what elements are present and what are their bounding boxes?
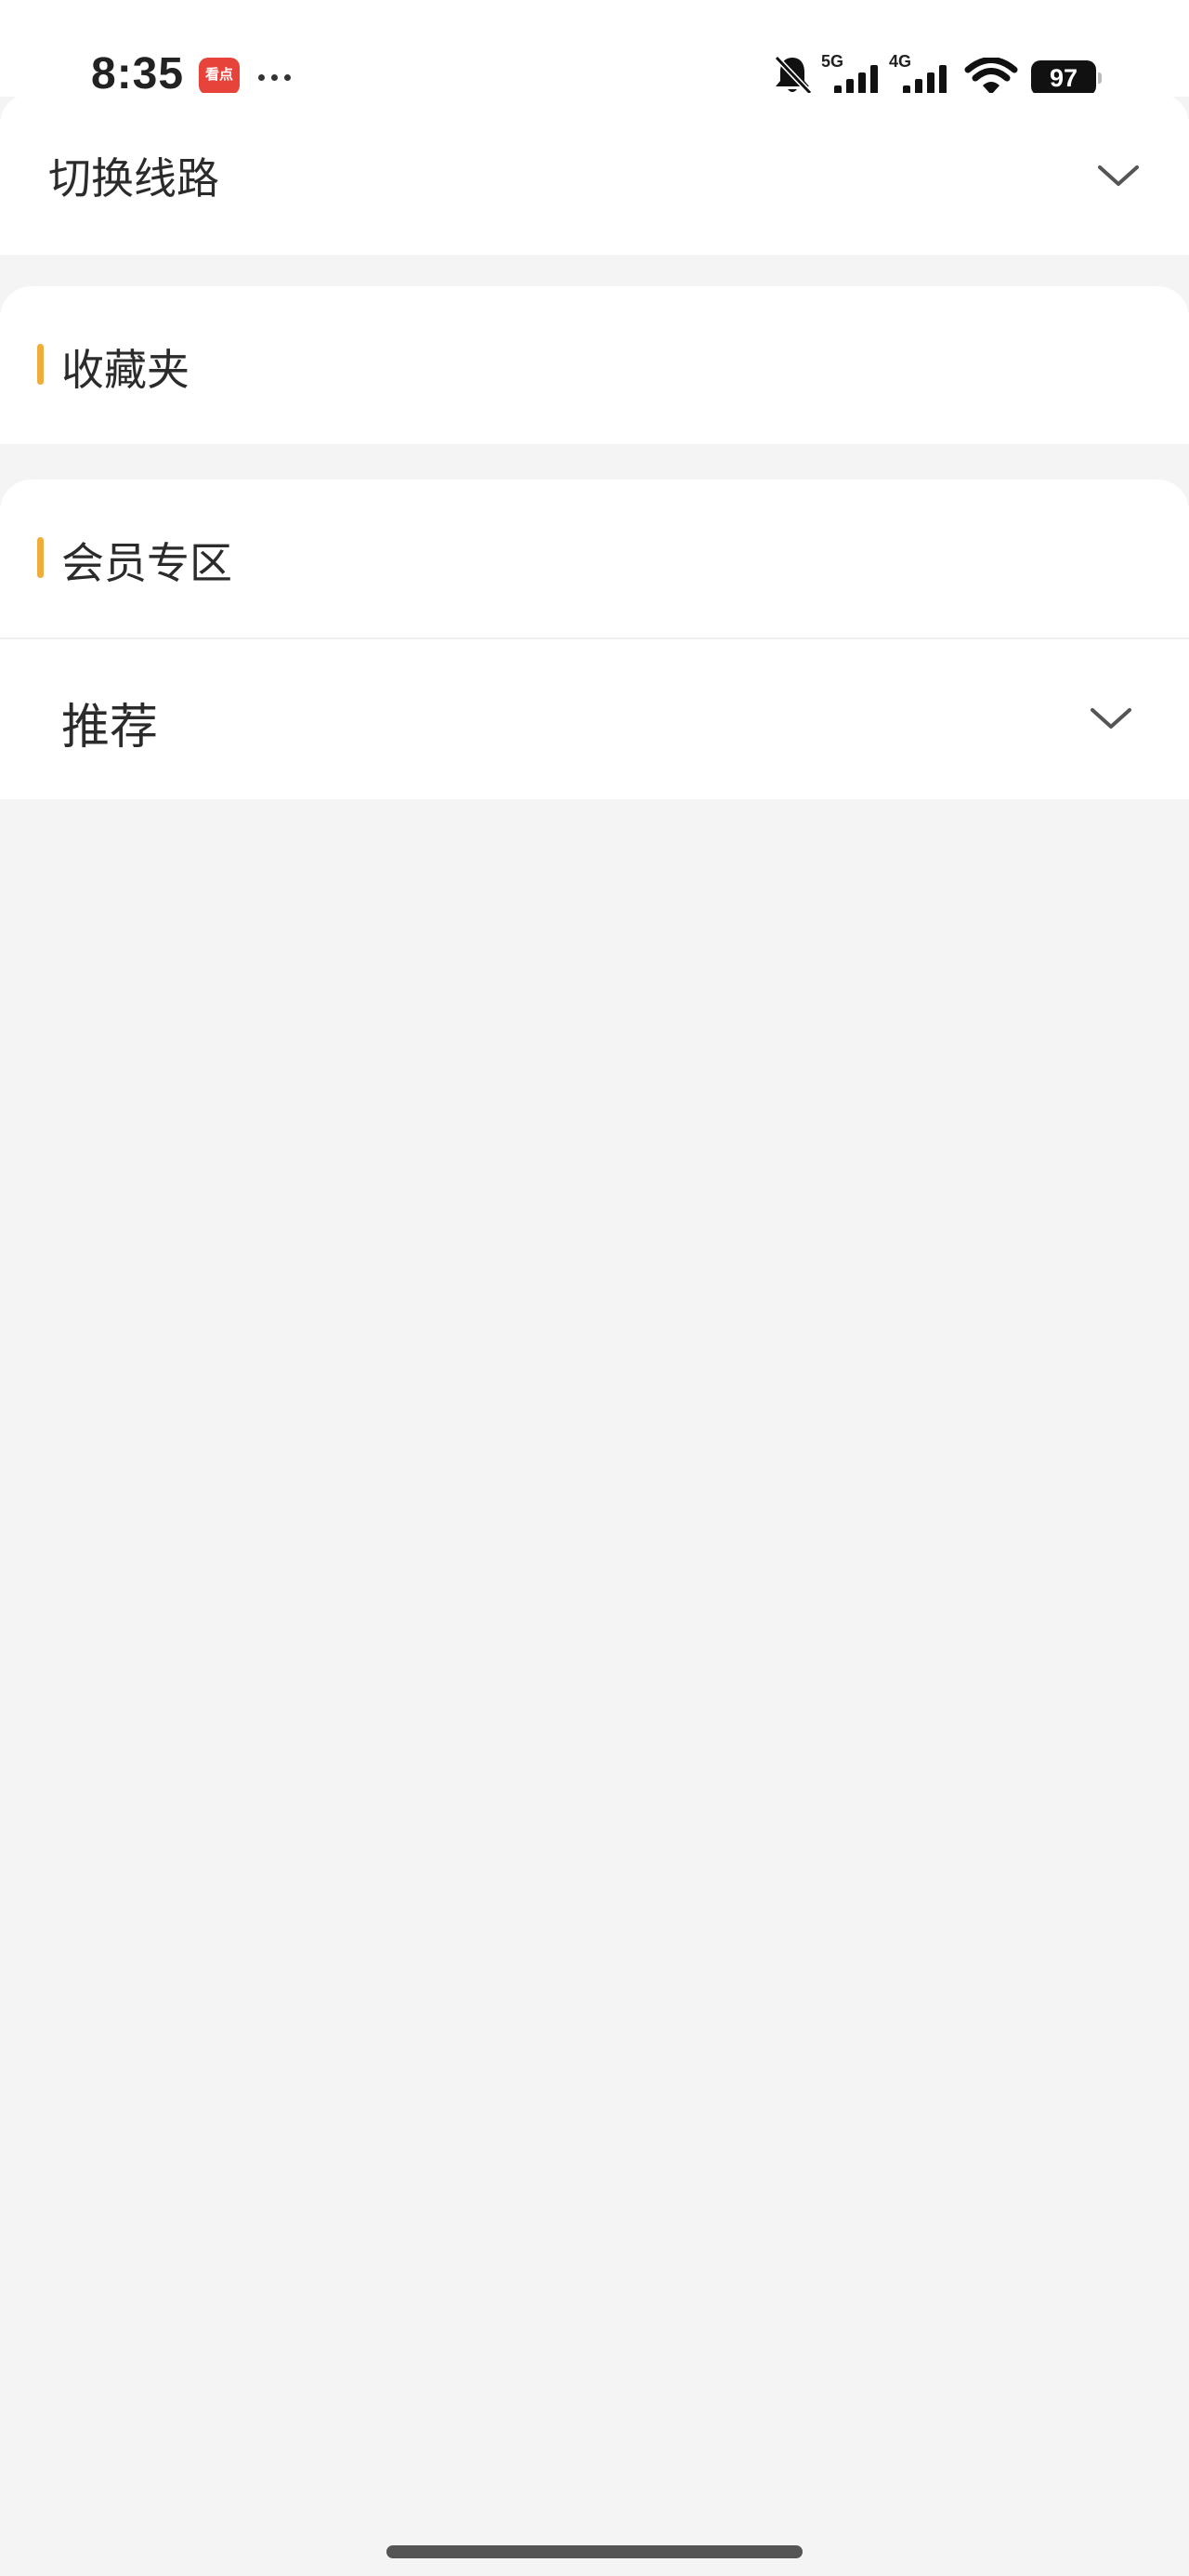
bell-muted-icon	[774, 55, 813, 96]
signal-icon	[834, 65, 878, 95]
switch-route-title: 切换线路	[48, 153, 219, 204]
status-bar: 8:35 看点 5G 4G 97	[0, 0, 1189, 99]
switch-route-row[interactable]: 切换线路	[0, 93, 1189, 255]
wifi-icon	[964, 58, 1018, 95]
section-accent-bar	[37, 344, 44, 385]
battery-icon: 97	[1031, 60, 1096, 96]
member-zone-section: 会员专区 推荐	[0, 480, 1189, 799]
recommend-dropdown-label: 推荐	[61, 700, 159, 756]
recommend-dropdown[interactable]: 推荐	[0, 639, 1189, 799]
app-notification-icon: 看点	[199, 58, 240, 95]
favorites-title: 收藏夹	[61, 345, 189, 395]
status-time: 8:35	[91, 49, 185, 99]
signal-icon	[903, 65, 947, 95]
chevron-down-icon	[1098, 165, 1139, 186]
member-zone-title: 会员专区	[61, 538, 232, 588]
chevron-down-icon	[1091, 708, 1131, 729]
battery-tip	[1098, 72, 1102, 84]
favorites-section: 收藏夹	[0, 286, 1189, 444]
more-notifications-icon	[258, 74, 291, 81]
home-indicator[interactable]	[386, 2545, 803, 2558]
screen: 8:35 看点 5G 4G 97 切换线路 收藏夹 会员专区 推荐	[0, 0, 1189, 2576]
section-accent-bar	[37, 537, 44, 578]
